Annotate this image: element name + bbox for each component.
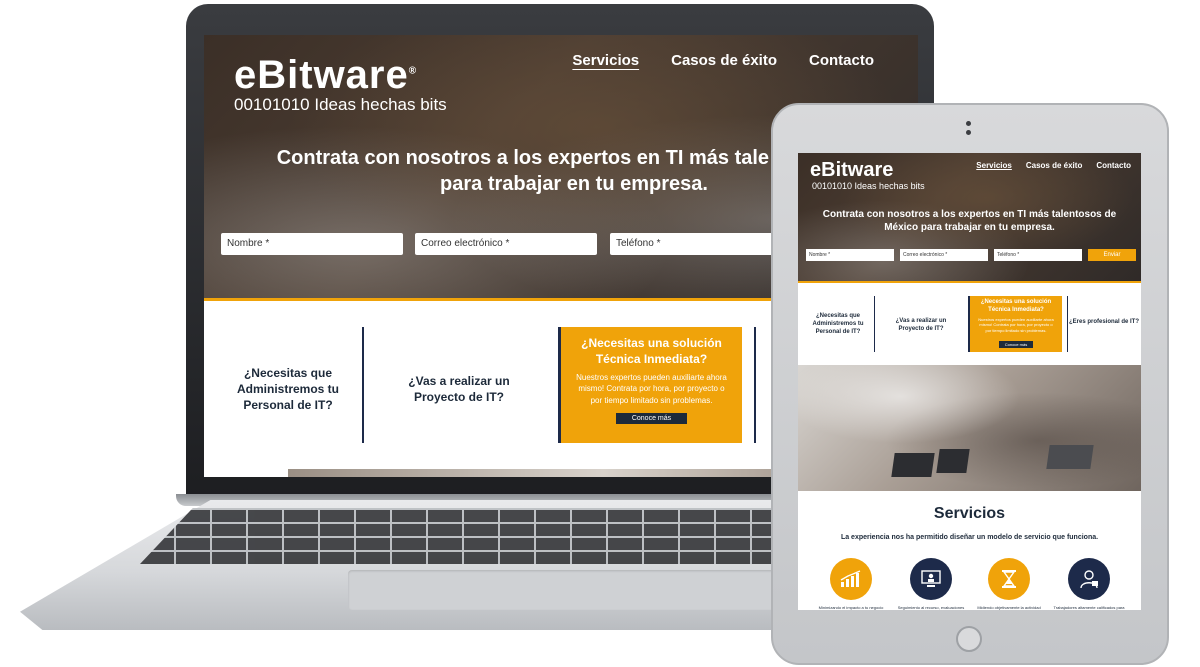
tablet-hero-section: eBitware 00101010 Ideas hechas bits Serv… xyxy=(798,153,1141,283)
tablet-logo[interactable]: eBitware xyxy=(810,159,893,182)
card-solucion-title: ¿Necesitas una solución Técnica Inmediat… xyxy=(581,336,722,366)
card-proyecto[interactable]: ¿Vas a realizar un Proyecto de IT? xyxy=(392,373,526,405)
tablet-screen: eBitware 00101010 Ideas hechas bits Serv… xyxy=(798,153,1141,610)
card-divider xyxy=(874,296,875,352)
nav-casos-exito[interactable]: Casos de éxito xyxy=(671,52,777,69)
team-photo xyxy=(798,365,1141,491)
laptop-trackpad xyxy=(348,570,778,610)
conoce-mas-button[interactable]: Conoce más xyxy=(998,341,1034,349)
tablet-logo-tagline: 00101010 Ideas hechas bits xyxy=(812,181,925,191)
nav-servicios[interactable]: Servicios xyxy=(976,161,1012,170)
card-solucion-body: Nuestros expertos pueden auxiliarte ahor… xyxy=(576,373,727,405)
send-button[interactable]: Enviar xyxy=(1088,249,1136,261)
name-input[interactable]: Nombre * xyxy=(806,249,894,261)
services-title: Servicios xyxy=(933,505,1006,522)
card-solucion-title: ¿Necesitas una solución Técnica Inmediat… xyxy=(980,299,1052,313)
phone-input[interactable]: Teléfono * xyxy=(994,249,1082,261)
service-caption: Seguimiento al recurso, evaluaciones xyxy=(897,605,965,610)
registered-icon: ® xyxy=(408,65,418,77)
card-proyecto[interactable]: ¿Vas a realizar un Proyecto de IT? xyxy=(890,317,952,333)
logo-tagline: 00101010 Ideas hechas bits xyxy=(234,95,447,114)
card-solucion[interactable]: ¿Necesitas una solución Técnica Inmediat… xyxy=(558,327,742,443)
nav-contacto[interactable]: Contacto xyxy=(809,52,874,69)
photo-laptop xyxy=(936,449,970,473)
professional-icon xyxy=(1068,558,1110,600)
main-nav: Servicios Casos de éxito Contacto xyxy=(572,52,874,69)
card-divider xyxy=(754,327,756,443)
tablet-hero-headline: Contrata con nosotros a los expertos en … xyxy=(822,209,1117,233)
logo[interactable]: eBitware® xyxy=(234,53,417,98)
nav-contacto[interactable]: Contacto xyxy=(1096,161,1131,170)
photo-laptop xyxy=(1046,445,1094,469)
tablet-nav: Servicios Casos de éxito Contacto xyxy=(976,161,1131,170)
email-input[interactable]: Correo electrónico * xyxy=(900,249,988,261)
growth-chart-icon xyxy=(830,558,872,600)
photo-laptop xyxy=(891,453,935,477)
service-caption: Trabajadores altamente calificados para xyxy=(1053,605,1125,610)
service-caption: Minimizando el impacto a tu negocio xyxy=(818,605,884,610)
card-solucion[interactable]: ¿Necesitas una solución Técnica Inmediat… xyxy=(968,296,1062,352)
name-input[interactable]: Nombre * xyxy=(221,233,403,255)
card-divider xyxy=(362,327,364,443)
logo-text: Bitware xyxy=(257,53,409,97)
tablet-sensor-icon xyxy=(966,130,971,135)
services-subtitle: La experiencia nos ha permitido diseñar … xyxy=(840,534,1099,541)
nav-casos-exito[interactable]: Casos de éxito xyxy=(1026,161,1082,170)
phone-input[interactable]: Teléfono * xyxy=(610,233,792,255)
service-caption: Midiendo objetivamente la actividad xyxy=(977,605,1041,610)
logo-text: Bitware xyxy=(821,159,894,181)
card-personal[interactable]: ¿Necesitas que Administremos tu Personal… xyxy=(806,312,870,336)
card-solucion-body: Nuestros expertos pueden auxiliarte ahor… xyxy=(978,316,1054,333)
logo-e-icon: e xyxy=(234,53,258,97)
hourglass-icon xyxy=(988,558,1030,600)
tablet-home-button[interactable] xyxy=(956,626,982,652)
monitor-person-icon xyxy=(910,558,952,600)
nav-servicios[interactable]: Servicios xyxy=(572,52,639,69)
tablet-camera-icon xyxy=(966,121,971,126)
email-input[interactable]: Correo electrónico * xyxy=(415,233,597,255)
card-profesional[interactable]: ¿Eres profesional de IT? xyxy=(1068,318,1140,326)
logo-e-icon: e xyxy=(810,159,822,181)
conoce-mas-button[interactable]: Conoce más xyxy=(615,412,688,424)
card-personal[interactable]: ¿Necesitas que Administremos tu Personal… xyxy=(224,365,352,414)
